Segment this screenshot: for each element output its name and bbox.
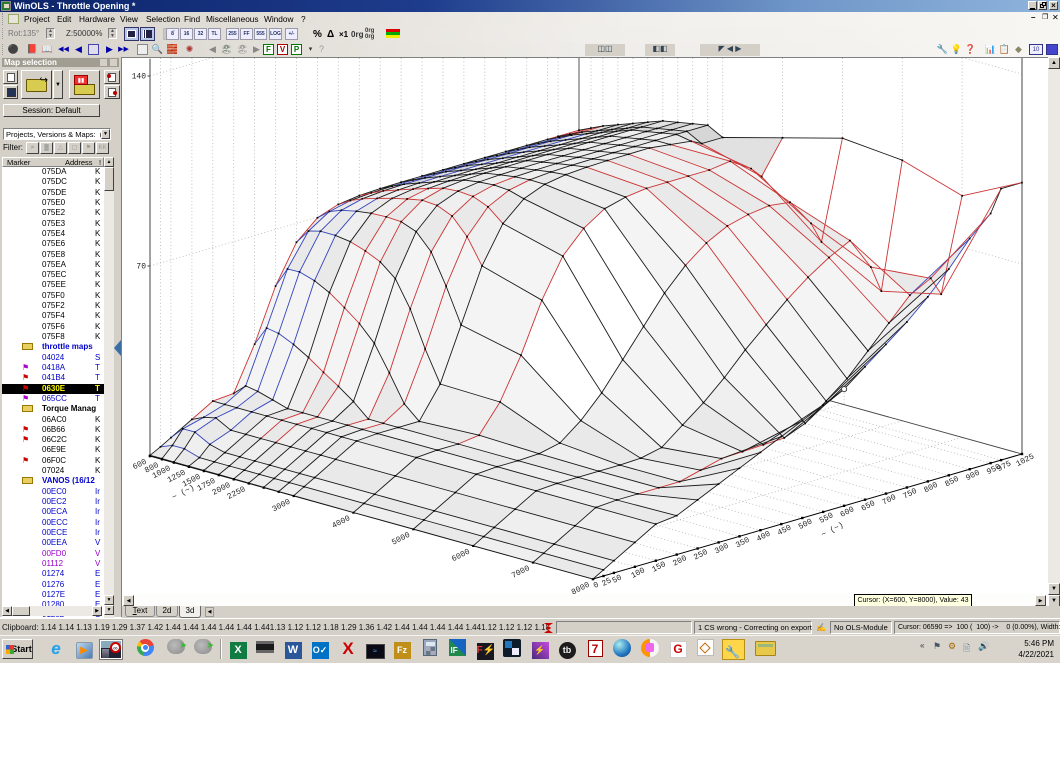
svg-text:600: 600	[839, 505, 856, 520]
svg-text:200: 200	[672, 554, 689, 569]
svg-text:975: 975	[996, 459, 1013, 474]
svg-text:150: 150	[651, 560, 668, 575]
svg-text:700: 700	[881, 493, 898, 508]
svg-text:7000: 7000	[510, 564, 531, 581]
svg-text:650: 650	[860, 499, 877, 514]
svg-text:70: 70	[136, 263, 146, 272]
svg-text:250: 250	[692, 548, 709, 563]
svg-text:0: 0	[592, 580, 601, 590]
svg-text:900: 900	[965, 468, 982, 483]
svg-text:100: 100	[630, 566, 647, 581]
svg-text:6000: 6000	[450, 547, 471, 564]
svg-text:3000: 3000	[271, 497, 292, 514]
svg-text:5000: 5000	[391, 531, 412, 548]
svg-text:350: 350	[734, 536, 751, 551]
svg-text:450: 450	[776, 523, 793, 538]
svg-text:500: 500	[797, 517, 814, 532]
svg-text:4000: 4000	[331, 514, 352, 531]
svg-text:750: 750	[902, 487, 919, 502]
svg-text:400: 400	[755, 529, 772, 544]
svg-text:550: 550	[818, 511, 835, 526]
svg-text:140: 140	[132, 73, 147, 82]
svg-text:850: 850	[944, 475, 961, 490]
svg-text:300: 300	[713, 542, 730, 557]
svg-text:800: 800	[923, 481, 940, 496]
